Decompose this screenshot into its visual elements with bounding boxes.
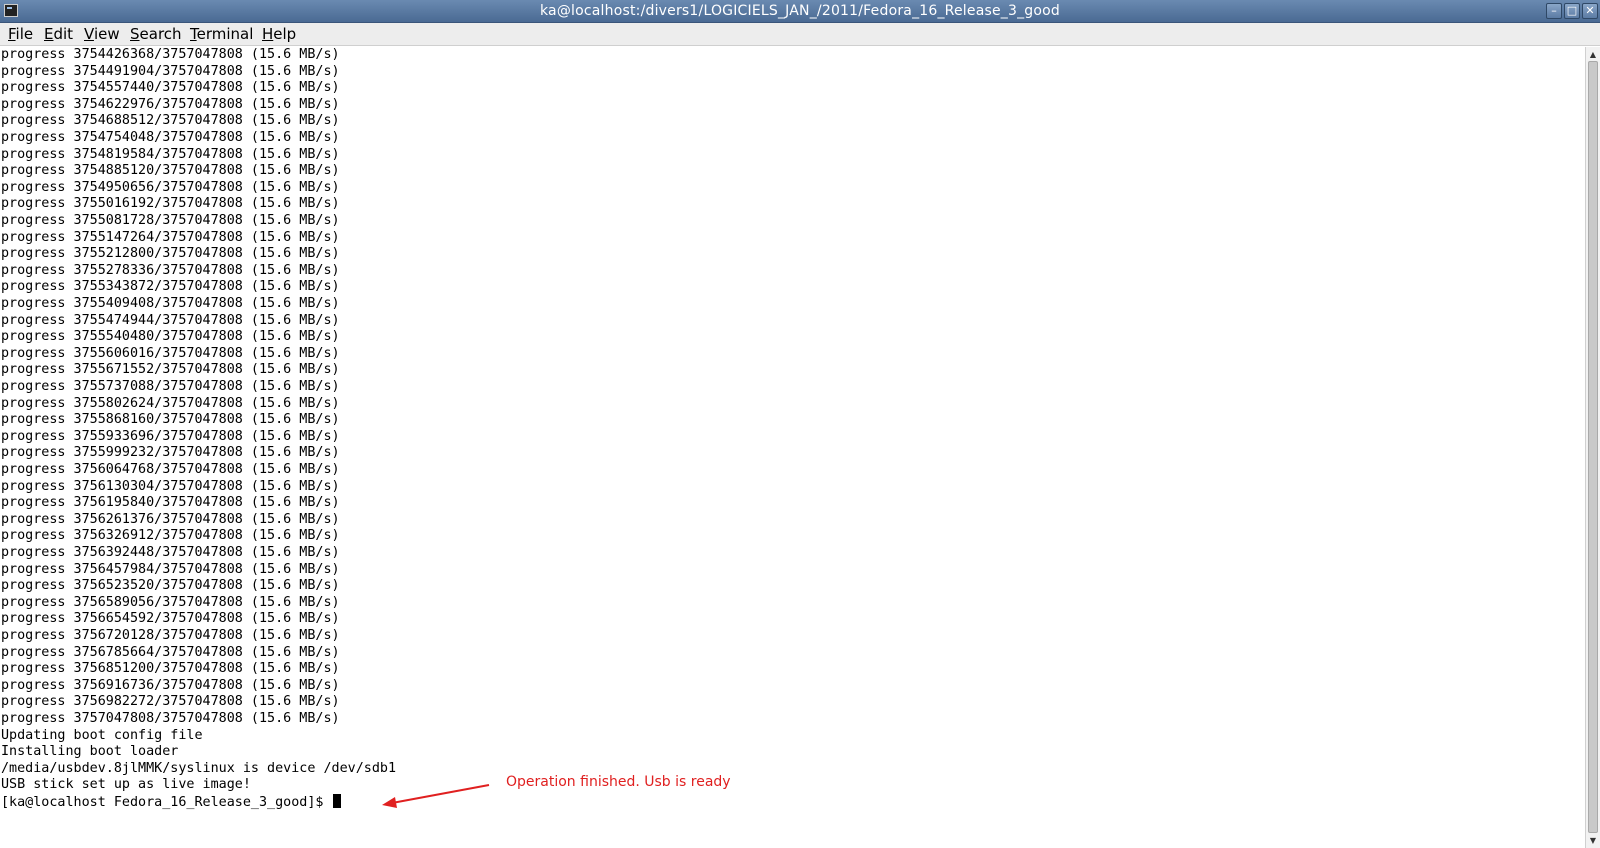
terminal-line: progress 3754885120/3757047808 (15.6 MB/… <box>1 163 340 179</box>
terminal-line: progress 3755474944/3757047808 (15.6 MB/… <box>1 312 340 328</box>
terminal-line: /media/usbdev.8jlMMK/syslinux is device … <box>1 760 397 776</box>
terminal-line: progress 3754754048/3757047808 (15.6 MB/… <box>1 130 340 145</box>
terminal-line: progress 3755933696/3757047808 (15.6 MB/… <box>1 428 340 444</box>
maximize-button[interactable]: □ <box>1564 3 1580 19</box>
minimize-button[interactable]: – <box>1546 3 1562 19</box>
menu-label: elp <box>273 25 297 43</box>
menu-mnemonic: F <box>8 25 16 43</box>
terminal-line: progress 3755278336/3757047808 (15.6 MB/… <box>1 262 340 278</box>
terminal-line: progress 3756523520/3757047808 (15.6 MB/… <box>1 578 340 594</box>
terminal-line: progress 3756130304/3757047808 (15.6 MB/… <box>1 478 340 494</box>
menu-label: erminal <box>196 25 254 43</box>
menu-mnemonic: V <box>84 25 94 43</box>
menu-mnemonic: T <box>190 25 197 43</box>
menu-mnemonic: H <box>262 25 274 43</box>
terminal-line: progress 3756785664/3757047808 (15.6 MB/… <box>1 644 340 660</box>
menu-mnemonic: S <box>130 25 140 43</box>
terminal-line: progress 3754426368/3757047808 (15.6 MB/… <box>1 47 340 62</box>
vertical-scrollbar[interactable]: ▲ ▼ <box>1585 47 1600 848</box>
terminal-line: progress 3755147264/3757047808 (15.6 MB/… <box>1 229 340 245</box>
terminal-line: progress 3756916736/3757047808 (15.6 MB/… <box>1 677 340 693</box>
terminal-line: progress 3755606016/3757047808 (15.6 MB/… <box>1 345 340 361</box>
menu-label: earch <box>139 25 182 43</box>
terminal-line: progress 3755212800/3757047808 (15.6 MB/… <box>1 246 340 262</box>
terminal-line: Updating boot config file <box>1 727 203 743</box>
menu-label: dit <box>53 25 74 43</box>
scrollbar-thumb[interactable] <box>1588 61 1598 833</box>
terminal-line: progress 3755540480/3757047808 (15.6 MB/… <box>1 329 340 345</box>
shell-prompt: [ka@localhost Fedora_16_Release_3_good]$ <box>1 795 332 810</box>
terminal-line: progress 3757047808/3757047808 (15.6 MB/… <box>1 711 340 726</box>
prompt-line[interactable]: [ka@localhost Fedora_16_Release_3_good]$ <box>1 794 341 810</box>
annotation-arrow-icon <box>382 784 490 808</box>
terminal-line: Installing boot loader <box>1 744 179 760</box>
terminal-line: progress 3754491904/3757047808 (15.6 MB/… <box>1 63 340 79</box>
menu-view[interactable]: View <box>84 25 120 44</box>
terminal-line: progress 3754622976/3757047808 (15.6 MB/… <box>1 96 340 112</box>
terminal-line: progress 3755737088/3757047808 (15.6 MB/… <box>1 379 340 394</box>
terminal-line: progress 3754688512/3757047808 (15.6 MB/… <box>1 113 340 129</box>
annotation-text: Operation finished. Usb is ready <box>506 774 731 790</box>
terminal-line: progress 3756261376/3757047808 (15.6 MB/… <box>1 511 340 527</box>
terminal-line: progress 3756457984/3757047808 (15.6 MB/… <box>1 561 340 577</box>
terminal-line: progress 3756654592/3757047808 (15.6 MB/… <box>1 611 340 627</box>
terminal-line: progress 3756851200/3757047808 (15.6 MB/… <box>1 661 340 677</box>
terminal-line: progress 3754950656/3757047808 (15.6 MB/… <box>1 179 340 195</box>
terminal-line: progress 3756326912/3757047808 (15.6 MB/… <box>1 528 340 544</box>
menu-help[interactable]: Help <box>262 25 296 44</box>
terminal-line: progress 3755343872/3757047808 (15.6 MB/… <box>1 279 340 295</box>
terminal-line: progress 3756589056/3757047808 (15.6 MB/… <box>1 594 340 610</box>
terminal-line: USB stick set up as live image! <box>1 777 251 793</box>
menu-label: iew <box>93 25 120 43</box>
terminal-line: progress 3755081728/3757047808 (15.6 MB/… <box>1 213 340 228</box>
terminal-line: progress 3754819584/3757047808 (15.6 MB/… <box>1 146 340 162</box>
terminal-line: progress 3755016192/3757047808 (15.6 MB/… <box>1 196 340 212</box>
menu-file[interactable]: File <box>8 25 33 44</box>
scroll-down-arrow-icon[interactable]: ▼ <box>1586 834 1600 847</box>
menu-search[interactable]: Search <box>130 25 182 44</box>
scroll-up-arrow-icon[interactable]: ▲ <box>1586 48 1600 61</box>
terminal-line: progress 3756064768/3757047808 (15.6 MB/… <box>1 462 340 477</box>
window-title: ka@localhost:/divers1/LOGICIELS_JAN_/201… <box>539 3 1060 19</box>
menu-terminal[interactable]: Terminal <box>190 25 253 44</box>
terminal-line: progress 3755671552/3757047808 (15.6 MB/… <box>1 362 340 378</box>
menu-label: ile <box>15 25 34 43</box>
terminal-line: progress 3756392448/3757047808 (15.6 MB/… <box>1 545 340 560</box>
terminal-output[interactable]: progress 3754426368/3757047808 (15.6 MB/… <box>0 47 1585 848</box>
terminal-line: progress 3756720128/3757047808 (15.6 MB/… <box>1 628 340 643</box>
terminal-line: progress 3756982272/3757047808 (15.6 MB/… <box>1 694 340 710</box>
text-cursor <box>332 794 341 808</box>
terminal-line: progress 3755409408/3757047808 (15.6 MB/… <box>1 296 340 311</box>
terminal-line: progress 3754557440/3757047808 (15.6 MB/… <box>1 80 340 96</box>
terminal-line: progress 3755802624/3757047808 (15.6 MB/… <box>1 395 340 411</box>
menu-edit[interactable]: Edit <box>44 25 73 44</box>
terminal-line: progress 3756195840/3757047808 (15.6 MB/… <box>1 495 340 511</box>
menu-bar: File Edit View Search Terminal Help <box>0 23 1600 46</box>
terminal-line: progress 3755999232/3757047808 (15.6 MB/… <box>1 445 340 461</box>
close-button[interactable]: ✕ <box>1582 3 1598 19</box>
title-bar[interactable]: ka@localhost:/divers1/LOGICIELS_JAN_/201… <box>0 0 1600 23</box>
terminal-line: progress 3755868160/3757047808 (15.6 MB/… <box>1 412 340 428</box>
